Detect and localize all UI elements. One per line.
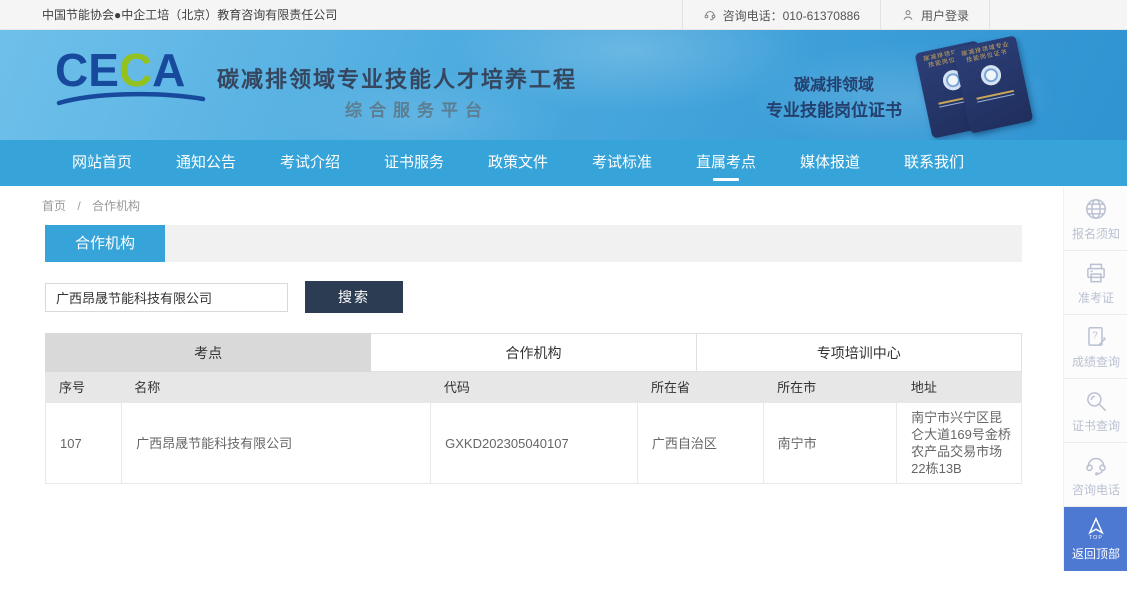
- nav-item-policy-docs[interactable]: 政策文件: [466, 140, 570, 186]
- sidebar-item-registration-notice[interactable]: 报名须知: [1064, 187, 1127, 251]
- user-icon: [901, 8, 915, 22]
- back-to-top-label: 返回顶部: [1072, 545, 1120, 562]
- globe-icon: [1083, 196, 1109, 222]
- filter-tab-training-centers[interactable]: 专项培训中心: [697, 333, 1022, 372]
- breadcrumb-home[interactable]: 首页: [42, 199, 66, 213]
- filter-tabs: 考点 合作机构 专项培训中心: [45, 333, 1022, 372]
- user-login-label: 用户登录: [921, 7, 969, 24]
- user-login-button[interactable]: 用户登录: [880, 0, 990, 30]
- sidebar-item-consult-phone[interactable]: 咨询电话: [1064, 443, 1127, 507]
- site-subtitle: 综合服务平台: [217, 96, 617, 121]
- col-header-index: 序号: [45, 372, 120, 403]
- sidebar-item-score-query[interactable]: ? 成绩查询: [1064, 315, 1127, 379]
- ceca-logo-text: CECA: [55, 44, 185, 96]
- consult-phone[interactable]: 咨询电话：010-61370886: [682, 0, 880, 30]
- section-tab-row: 合作机构: [45, 225, 1022, 262]
- col-header-city: 所在市: [763, 372, 897, 403]
- nav-item-exam-sites[interactable]: 直属考点: [674, 140, 778, 186]
- cell-name: 广西昂晟节能科技有限公司: [121, 403, 430, 483]
- topbar-right: 咨询电话：010-61370886 用户登录: [682, 0, 990, 30]
- cell-code: GXKD202305040107: [430, 403, 637, 483]
- back-to-top-button[interactable]: TOP 返回顶部: [1064, 507, 1127, 571]
- main-nav: 网站首页 通知公告 考试介绍 证书服务 政策文件 考试标准 直属考点 媒体报道 …: [0, 140, 1127, 186]
- filter-tab-exam-sites[interactable]: 考点: [45, 333, 371, 372]
- top-bar: 中国节能协会●中企工培（北京）教育咨询有限责任公司 咨询电话：010-61370…: [0, 0, 1127, 30]
- section-tab-partners[interactable]: 合作机构: [45, 225, 165, 262]
- site-title: 碳减排领域专业技能人才培养工程: [217, 62, 577, 94]
- sidebar-item-label: 证书查询: [1072, 417, 1120, 434]
- booklet-decoration: [976, 90, 1014, 103]
- filter-tab-partners[interactable]: 合作机构: [371, 333, 696, 372]
- company-name: 中国节能协会●中企工培（北京）教育咨询有限责任公司: [42, 0, 337, 30]
- nav-item-notices[interactable]: 通知公告: [154, 140, 258, 186]
- certificate-caption-line2: 专业技能岗位证书: [748, 98, 920, 124]
- results-table: 序号 名称 代码 所在省 所在市 地址 107 广西昂晟节能科技有限公司 GXK…: [45, 372, 1022, 484]
- nav-item-exam-standards[interactable]: 考试标准: [570, 140, 674, 186]
- ceca-logo[interactable]: CECA: [55, 46, 215, 106]
- search-input[interactable]: [45, 283, 288, 312]
- sidebar-item-label: 准考证: [1078, 289, 1114, 306]
- certificate-caption-line1: 碳减排领域: [748, 74, 920, 98]
- nav-item-exam-intro[interactable]: 考试介绍: [258, 140, 362, 186]
- breadcrumb-separator: /: [77, 199, 80, 213]
- consult-phone-label: 咨询电话：010-61370886: [723, 7, 860, 24]
- site-header: CECA 碳减排领域专业技能人才培养工程 综合服务平台 碳减排领域 专业技能岗位…: [0, 30, 1127, 140]
- sidebar-item-admission-ticket[interactable]: 准考证: [1064, 251, 1127, 315]
- booklet-emblem: [979, 63, 1003, 87]
- table-header-row: 序号 名称 代码 所在省 所在市 地址: [45, 372, 1022, 403]
- sidebar-item-label: 咨询电话: [1072, 481, 1120, 498]
- svg-text:TOP: TOP: [1089, 535, 1103, 541]
- score-query-icon: ?: [1083, 324, 1109, 350]
- col-header-code: 代码: [430, 372, 637, 403]
- sidebar-item-certificate-query[interactable]: 证书查询: [1064, 379, 1127, 443]
- col-header-name: 名称: [120, 372, 430, 403]
- search-button[interactable]: 搜索: [305, 281, 403, 313]
- back-to-top-icon: TOP: [1083, 516, 1109, 542]
- col-header-province: 所在省: [637, 372, 763, 403]
- nav-item-cert-services[interactable]: 证书服务: [362, 140, 466, 186]
- headset-icon: [1083, 452, 1109, 478]
- certificate-booklets-image: 碳减排领域专业技能岗位证书 碳减排领域专业技能岗位证书: [915, 38, 1065, 138]
- sidebar-item-label: 成绩查询: [1072, 353, 1120, 370]
- nav-item-contact[interactable]: 联系我们: [882, 140, 986, 186]
- cell-city: 南宁市: [763, 403, 897, 483]
- cell-index: 107: [46, 403, 121, 483]
- nav-item-home[interactable]: 网站首页: [50, 140, 154, 186]
- cell-address: 南宁市兴宁区昆仑大道169号金桥农产品交易市场22栋13B: [896, 403, 1021, 483]
- nav-item-media[interactable]: 媒体报道: [778, 140, 882, 186]
- certificate-caption: 碳减排领域 专业技能岗位证书: [748, 74, 920, 124]
- cell-province: 广西自治区: [637, 403, 763, 483]
- svg-text:?: ?: [1092, 330, 1098, 341]
- page: 中国节能协会●中企工培（北京）教育咨询有限责任公司 咨询电话：010-61370…: [0, 0, 1127, 603]
- utility-sidebar: 报名须知 准考证 ? 成绩查询: [1063, 187, 1127, 571]
- certificate-search-icon: [1083, 388, 1109, 414]
- table-row: 107 广西昂晟节能科技有限公司 GXKD202305040107 广西自治区 …: [45, 403, 1022, 484]
- sidebar-item-label: 报名须知: [1072, 225, 1120, 242]
- col-header-address: 地址: [897, 372, 1022, 403]
- headset-icon: [703, 8, 717, 22]
- breadcrumb-current: 合作机构: [92, 199, 140, 213]
- printer-icon: [1083, 260, 1109, 286]
- breadcrumb: 首页 / 合作机构: [42, 197, 140, 214]
